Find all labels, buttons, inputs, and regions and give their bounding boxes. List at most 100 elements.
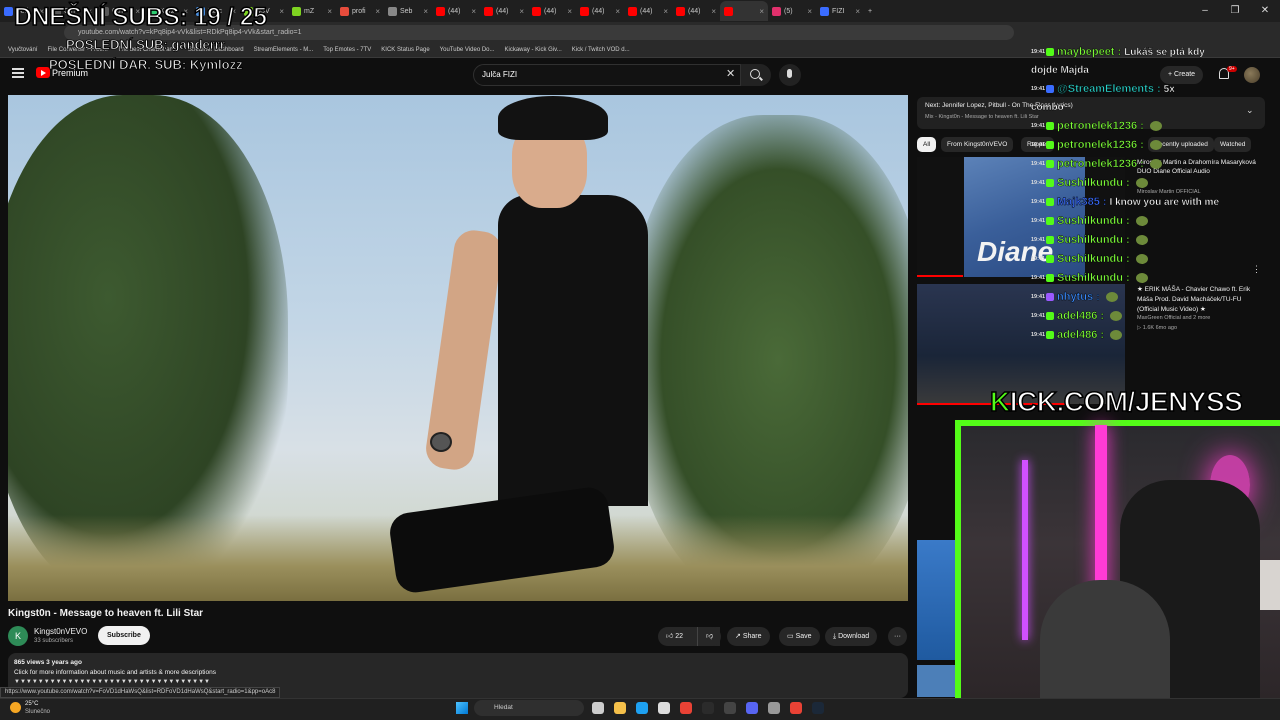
daily-subs-counter: DNEŠNÍ SUBS: 19 / 25 [13,2,268,32]
related-video-channel[interactable]: MaxGreen Official and 2 more [1137,315,1210,321]
close-tab-icon[interactable]: × [423,7,428,16]
chat-message: 19:41 @StreamElements :5x [1031,83,1175,95]
dislike-button[interactable]: 👎︎ [697,627,721,646]
close-tab-icon[interactable]: × [663,7,668,16]
new-tab-button[interactable]: + [864,1,884,21]
settings-icon[interactable] [768,702,780,714]
download-label: Download [838,633,870,640]
chat-message: 19:41 Sushilkundu : [1031,215,1148,227]
bookmark-item[interactable]: Vyučtování [8,47,37,53]
more-actions-button[interactable]: ··· [888,627,907,646]
chip-from-channel[interactable]: From Kingst0nVEVO [941,137,1014,152]
steam-icon[interactable] [812,702,824,714]
browser-tab[interactable]: (44) × [528,1,576,21]
close-tab-icon[interactable]: × [375,7,380,16]
bookmark-item[interactable]: KICK Status Page [381,47,429,53]
related-video-channel[interactable]: Miroslav Martin OFFICIAL [1137,189,1201,195]
channel-avatar[interactable]: K [8,626,28,646]
chip-watched[interactable]: Watched [1214,137,1252,152]
discord-icon[interactable] [746,702,758,714]
taskbar-search[interactable]: Hledat [474,700,584,716]
bookmark-item[interactable]: Kickaway - Kick Giv... [505,47,562,53]
video-frame-cap [498,96,608,140]
close-tab-icon[interactable]: × [855,7,860,16]
terminal-icon[interactable] [702,702,714,714]
tab-favicon-icon [820,6,829,16]
account-avatar[interactable] [1244,67,1260,83]
bookmark-item[interactable]: Kick / Twitch VOD d... [572,47,630,53]
windows-start-icon[interactable] [456,702,468,714]
subscribe-button[interactable]: Subscribe [98,626,150,645]
more-vert-icon[interactable]: ⋮ [1252,264,1261,275]
channel-name[interactable]: Kingst0nVEVO [34,627,87,636]
chevron-down-icon[interactable]: ⌄ [1246,105,1254,116]
chip-all[interactable]: All [917,137,937,152]
voice-search-button[interactable] [779,64,801,86]
save-button[interactable]: ▭ Save [779,627,820,646]
close-tab-icon[interactable]: × [327,7,332,16]
share-button[interactable]: ↗ Share [727,627,770,646]
browser-tab[interactable]: mZ × [288,1,336,21]
browser-tab[interactable]: × [720,1,768,21]
tab-label: (44) [640,7,653,15]
browser-tab[interactable]: FIZI × [816,1,864,21]
browser-tab[interactable]: (5) × [768,1,816,21]
bookmark-item[interactable]: Top Emotes - 7TV [323,47,371,53]
tab-favicon-icon [724,6,733,16]
weather-description[interactable]: Slunečno [25,709,50,715]
bookmark-item[interactable]: YouTube Video Do... [440,47,495,53]
browser-tab[interactable]: profi × [336,1,384,21]
video-frame-person [498,195,648,506]
weather-temperature[interactable]: 25°C [25,701,38,707]
close-tab-icon[interactable]: × [759,7,764,16]
maximize-button[interactable]: ❐ [1220,0,1250,22]
download-icon: ⤓ [833,633,837,640]
chat-badge-icon [1046,293,1054,301]
close-window-button[interactable]: ✕ [1250,0,1280,22]
store-icon[interactable] [658,702,670,714]
create-button[interactable]: + Create [1160,66,1204,84]
window-controls: – ❐ ✕ [1190,0,1280,22]
close-tab-icon[interactable]: × [279,7,284,16]
browser-tab[interactable]: Seb × [384,1,432,21]
bookmark-item[interactable]: StreamElements - M... [254,47,314,53]
save-label: Save [795,633,812,640]
hamburger-menu-icon[interactable] [12,68,24,78]
related-video-thumbnail[interactable] [917,540,955,660]
chat-text: combo [1031,102,1064,113]
watch-progress-bar [917,275,963,277]
chat-emote-icon [1149,159,1162,169]
tab-label: (5) [784,7,793,15]
related-video-thumbnail[interactable] [917,665,955,697]
thumbs-up-icon: 👍︎ [666,633,674,640]
edge-icon[interactable] [636,702,648,714]
search-input[interactable]: Julča FIZI [473,64,741,86]
search-button[interactable] [741,64,771,86]
tab-label: (44) [592,7,605,15]
chat-message: 19:41 petronelek1236 : [1031,139,1162,151]
browser-tab[interactable]: (44) × [624,1,672,21]
chrome-icon[interactable] [680,702,692,714]
browser-tab[interactable]: (44) × [432,1,480,21]
close-tab-icon[interactable]: × [807,7,812,16]
minimize-button[interactable]: – [1190,0,1220,22]
browser-tab[interactable]: (44) × [672,1,720,21]
download-button[interactable]: ⤓ Download [825,627,878,646]
chat-emote-icon [1110,330,1123,340]
close-tab-icon[interactable]: × [615,7,620,16]
sun-icon[interactable] [10,702,21,713]
close-tab-icon[interactable]: × [471,7,476,16]
browser-tab[interactable]: (44) × [576,1,624,21]
clear-search-icon[interactable]: ✕ [726,67,735,80]
related-video-title[interactable]: ★ ERIK MÁŠA - Chavier Chawo ft. Erik Máš… [1137,285,1265,315]
task-view-icon[interactable] [592,702,604,714]
youtube-logo-icon[interactable] [36,67,50,78]
file-explorer-icon[interactable] [614,702,626,714]
close-tab-icon[interactable]: × [711,7,716,16]
chrome-active-icon[interactable] [790,702,802,714]
close-tab-icon[interactable]: × [567,7,572,16]
obs-icon[interactable] [724,702,736,714]
browser-tab[interactable]: (44) × [480,1,528,21]
chat-emote-icon [1105,292,1118,302]
close-tab-icon[interactable]: × [519,7,524,16]
